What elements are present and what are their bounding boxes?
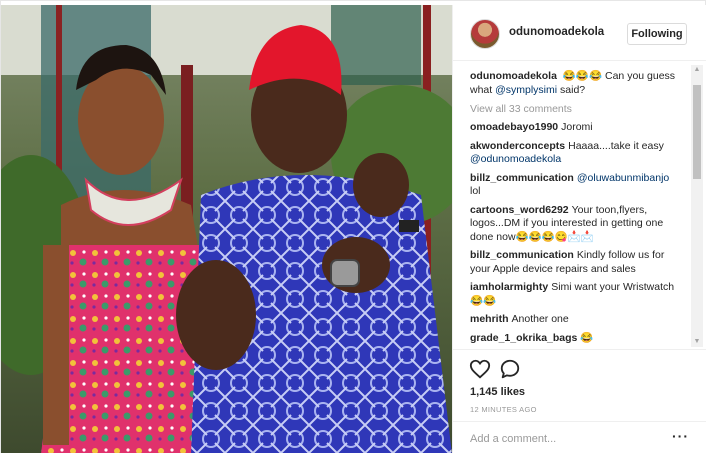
comment-item: mehrith Another one xyxy=(470,313,679,327)
comment-username[interactable]: cartoons_word6292 xyxy=(470,204,569,216)
comment-item: cartoons_word6292 Your toon,flyers, logos… xyxy=(470,204,679,245)
comment-username[interactable]: billz_communication xyxy=(470,172,574,184)
ellipsis-icon[interactable]: ··· xyxy=(672,429,688,445)
scroll-down-arrow-icon[interactable]: ▼ xyxy=(691,337,703,347)
post-side-panel: odunomoadekola Following odunomoadekola … xyxy=(452,5,706,453)
comment-username[interactable]: omoadebayo1990 xyxy=(470,121,558,133)
comment-emoji: 😂😂 xyxy=(470,294,497,307)
comment-item: akwonderconcepts Haaaa....take it easy @o… xyxy=(470,140,679,167)
post-actions: 1,145 likes 12 MINUTES AGO xyxy=(453,349,706,421)
comment-username[interactable]: akwonderconcepts xyxy=(470,140,565,152)
view-all-comments-link[interactable]: View all 33 comments xyxy=(470,103,679,115)
comment-username[interactable]: iamholarmighty xyxy=(470,281,548,293)
likes-count[interactable]: 1,145 likes xyxy=(470,386,525,398)
comment-item: omoadebayo1990 Joromi xyxy=(470,121,679,135)
author-username[interactable]: odunomoadekola xyxy=(509,26,604,38)
comment-username[interactable]: billz_communication xyxy=(470,249,574,261)
caption-author[interactable]: odunomoadekola xyxy=(470,70,557,82)
post-header: odunomoadekola Following xyxy=(453,5,706,61)
heart-outline-icon[interactable] xyxy=(469,358,491,380)
comment-username[interactable]: mehrith xyxy=(470,313,509,325)
comment-mention[interactable]: @oluwabunmibanjo xyxy=(577,172,669,184)
comment-item: billz_communication Kindly follow us for … xyxy=(470,249,679,276)
comment-text: Haaaa....take it easy xyxy=(568,139,664,152)
add-comment-bar: ··· xyxy=(453,421,706,453)
comment-item: grade_1_okrika_bags 😂 xyxy=(470,332,679,346)
instagram-post-window: odunomoadekola Following odunomoadekola … xyxy=(0,0,706,453)
comment-input[interactable] xyxy=(470,430,660,448)
comment-list: odunomoadekola 😂😂😂 Can you guess what @s… xyxy=(453,62,693,349)
caption-emoji: 😂😂😂 xyxy=(562,70,603,82)
caption-mention[interactable]: @symplysimi xyxy=(495,84,557,96)
comment-text: Joromi xyxy=(561,121,593,133)
comment-text: Another one xyxy=(511,313,569,325)
following-button[interactable]: Following xyxy=(627,23,687,45)
author-avatar[interactable] xyxy=(470,19,500,49)
comment-emoji: 😂 xyxy=(580,331,594,344)
comments-scrollbar-thumb[interactable] xyxy=(693,85,701,179)
speech-bubble-icon[interactable] xyxy=(499,358,521,380)
comment-text-after: lol xyxy=(470,185,481,197)
post-photo[interactable] xyxy=(1,5,452,453)
comment-text: Simi want your Wristwatch xyxy=(551,281,675,293)
comment-item: iamholarmighty Simi want your Wristwatch 😂… xyxy=(470,281,679,308)
caption-end: said? xyxy=(557,83,586,96)
post-timestamp[interactable]: 12 MINUTES AGO xyxy=(470,405,537,414)
comment-item: billz_communication @oluwabunmibanjo lol xyxy=(470,172,679,199)
comment-emoji: 😂😂😂😋📩📩 xyxy=(515,230,594,243)
comment-mention[interactable]: @odunomoadekola xyxy=(470,153,561,165)
caption: odunomoadekola 😂😂😂 Can you guess what @s… xyxy=(470,70,679,97)
scroll-up-arrow-icon[interactable]: ▲ xyxy=(691,65,703,75)
post-image xyxy=(1,5,452,453)
comment-username[interactable]: grade_1_okrika_bags xyxy=(470,332,577,344)
comments-section: odunomoadekola 😂😂😂 Can you guess what @s… xyxy=(453,62,706,349)
